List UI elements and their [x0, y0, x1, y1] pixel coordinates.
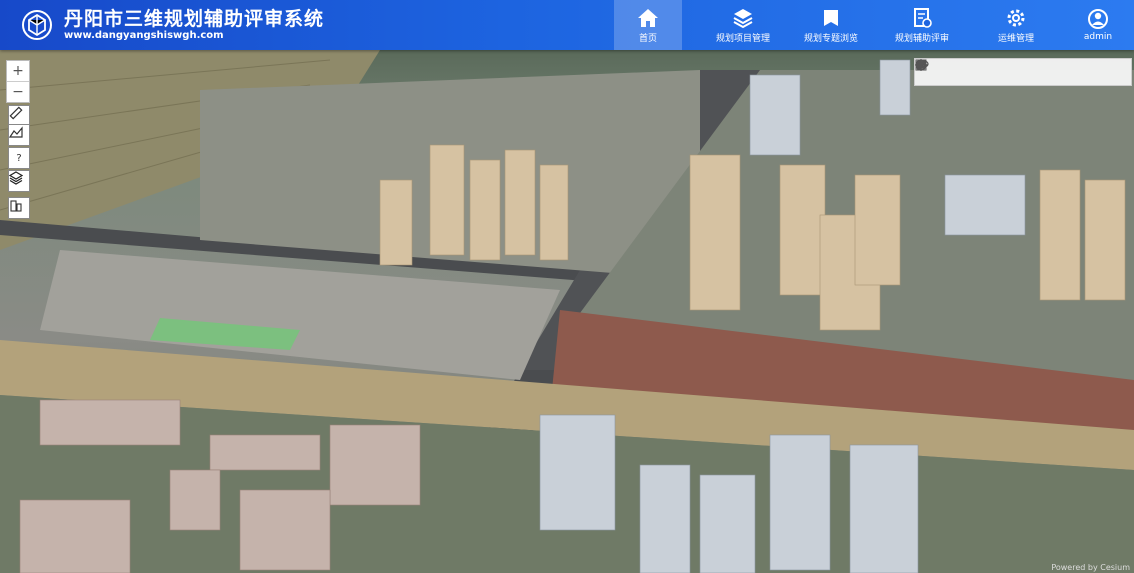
- brand: 丹阳市三维规划辅助评审系统 www.dangyangshiswgh.com: [64, 8, 324, 42]
- nav-label: 规划专题浏览: [803, 33, 858, 44]
- user-icon: [1088, 9, 1108, 29]
- review-document-icon: [914, 7, 932, 28]
- sunlight-tool-button[interactable]: [915, 59, 1007, 80]
- help-button[interactable]: ?: [8, 147, 30, 169]
- city-scene: [0, 50, 1134, 573]
- nav-label: 规划辅助评审: [894, 33, 949, 44]
- ruler-icon: [9, 106, 23, 120]
- nav-label: 首页: [638, 33, 657, 44]
- cesium-credit: Powered by Cesium: [1051, 563, 1130, 572]
- 3d-city-map-view[interactable]: + − ? Powered by Cesium: [0, 50, 1134, 573]
- terrain-profile-button[interactable]: [8, 124, 30, 146]
- plant-tool-button[interactable]: [917, 60, 1055, 80]
- building-icon: [10, 200, 22, 212]
- nav-item-admin-user[interactable]: admin: [1056, 0, 1134, 50]
- zoom-control: + −: [6, 60, 30, 103]
- viewshed-tool-button[interactable]: [915, 59, 983, 80]
- nav-label: admin: [1083, 32, 1113, 42]
- main-nav: 首页 规划项目管理 规划专题浏览 规划辅助评审 运维管理 admin: [614, 0, 1134, 50]
- nav-label: 规划项目管理: [715, 33, 770, 44]
- map-analysis-toolbar: [914, 58, 1132, 86]
- marker-tool-button[interactable]: [916, 60, 1103, 80]
- nav-item-topic-browse[interactable]: 规划专题浏览: [790, 0, 872, 50]
- layer-switch-button[interactable]: [8, 170, 30, 192]
- book-icon: [824, 9, 838, 26]
- gear-icon: [1007, 9, 1025, 26]
- app-title: 丹阳市三维规划辅助评审系统: [64, 8, 325, 30]
- visibility-tool-button[interactable]: [915, 59, 1079, 80]
- zoom-out-button[interactable]: −: [7, 81, 29, 102]
- layers-icon: [9, 171, 23, 185]
- building-analysis-button[interactable]: [8, 197, 30, 219]
- zoom-in-button[interactable]: +: [7, 61, 29, 81]
- clipping-tool-button[interactable]: [915, 59, 1031, 80]
- app-url: www.dangyangshiswgh.com: [64, 30, 224, 41]
- top-header: 丹阳市三维规划辅助评审系统 www.dangyangshiswgh.com 首页…: [0, 0, 1134, 50]
- layers-icon: [733, 8, 753, 28]
- nav-label: 运维管理: [997, 33, 1034, 44]
- nav-item-operations[interactable]: 运维管理: [976, 0, 1056, 50]
- nav-item-project-management[interactable]: 规划项目管理: [696, 0, 790, 50]
- terrain-icon: [9, 126, 23, 138]
- home-icon: [638, 8, 658, 27]
- logo-icon: [22, 10, 52, 40]
- nav-item-assisted-review[interactable]: 规划辅助评审: [876, 0, 968, 50]
- nav-item-home[interactable]: 首页: [614, 0, 682, 50]
- table-tool-button[interactable]: [915, 59, 1127, 80]
- flight-tool-button[interactable]: [916, 60, 959, 80]
- list-icon: [915, 59, 927, 71]
